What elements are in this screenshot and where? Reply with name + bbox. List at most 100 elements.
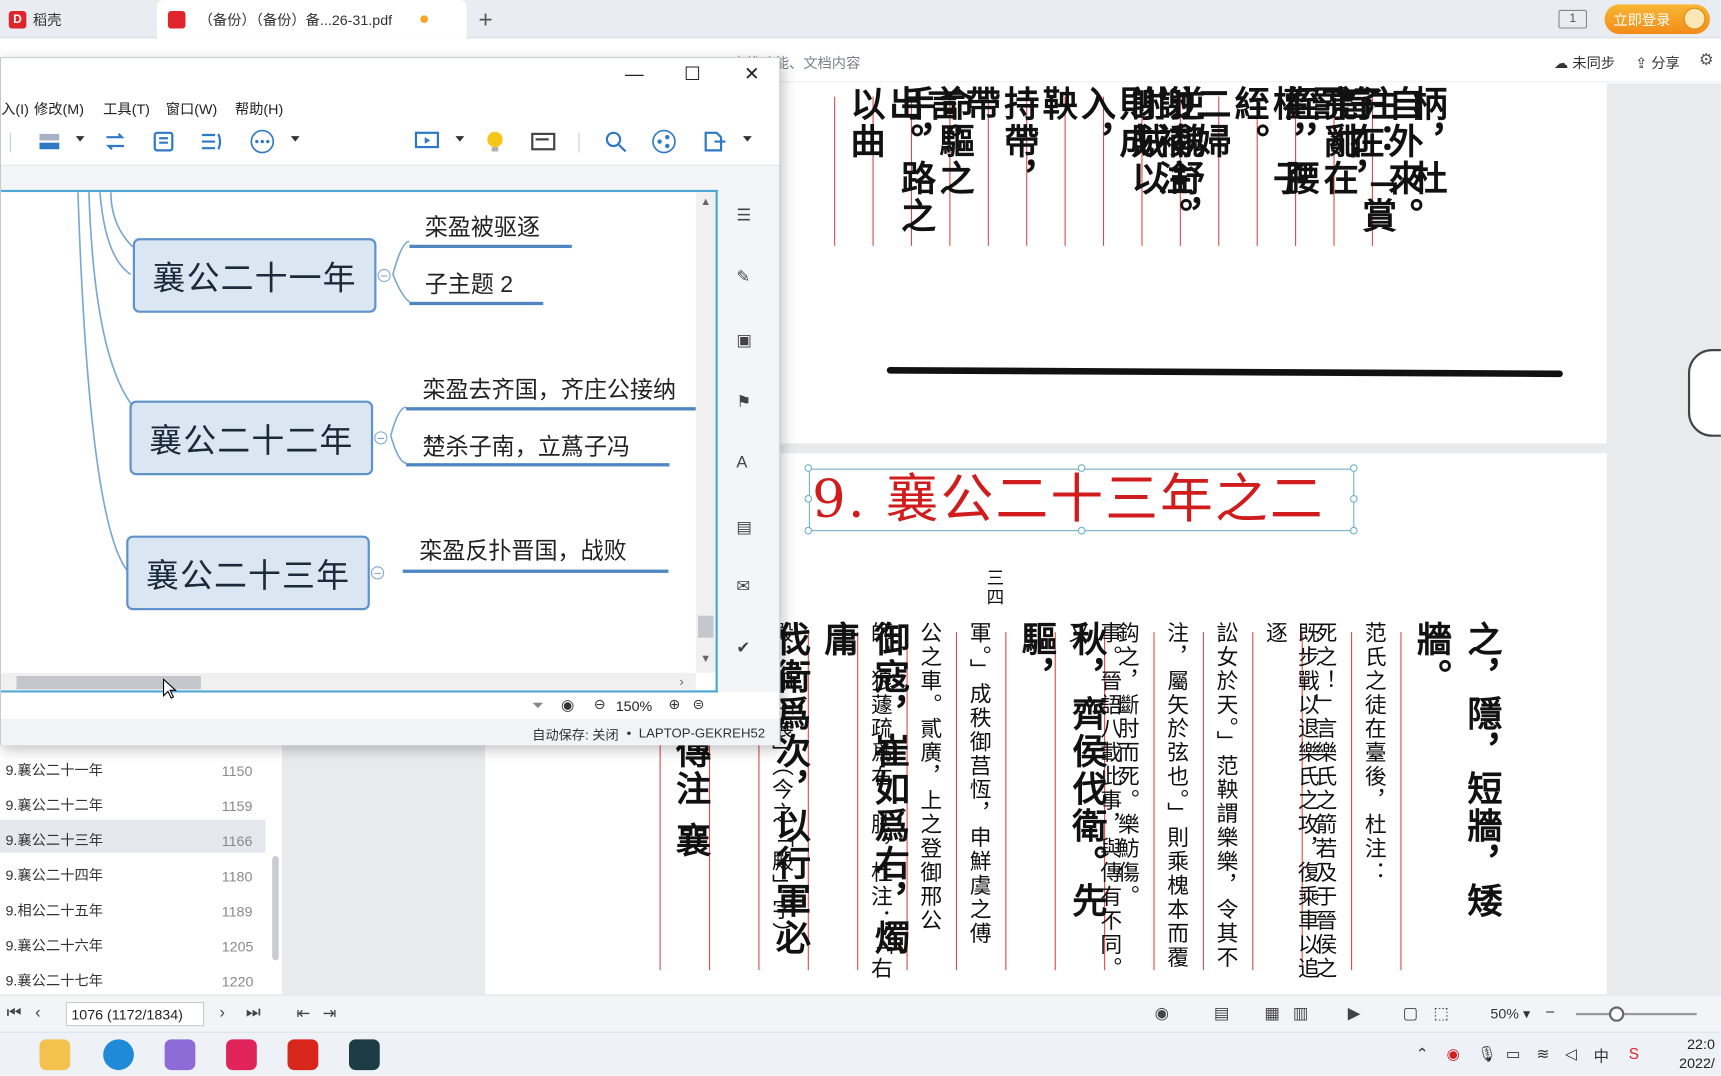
format-brush-icon[interactable]: ✎	[736, 267, 750, 287]
image-icon[interactable]: ▣	[736, 330, 752, 350]
scroll-right-icon[interactable]: ›	[679, 674, 683, 689]
minimize-button[interactable]: —	[621, 64, 647, 86]
outline-item[interactable]: 9.襄公二十一年 1150	[0, 750, 266, 783]
topic-node[interactable]: 襄公二十二年	[129, 400, 374, 476]
task-clipboard-icon[interactable]: ✔	[736, 638, 750, 658]
summary-icon[interactable]	[199, 130, 225, 154]
chevron-down-icon[interactable]	[290, 136, 300, 142]
tab-document[interactable]: （备份）（备份）备...26-31.pdf	[156, 0, 467, 39]
actual-size-icon[interactable]: ▢	[1403, 1003, 1419, 1023]
vertical-scroll-thumb[interactable]	[698, 615, 714, 638]
brainstorm-lightbulb-icon[interactable]	[482, 130, 508, 154]
zoom-in-button[interactable]: ⊕	[668, 696, 680, 714]
menu-window[interactable]: 窗口(W)	[166, 98, 218, 119]
outline-item[interactable]: 9.相公二十五年 1189	[0, 890, 266, 923]
topic-node[interactable]: 襄公二十三年	[126, 535, 370, 611]
mindmap-canvas[interactable]: 襄公二十一年 栾盈被驱逐 子主题 2 襄公二十二年 栾盈去齐国，齐庄公接纳 楚杀…	[1, 189, 718, 693]
volume-icon[interactable]: ◁	[1565, 1045, 1577, 1064]
callout-icon[interactable]	[150, 130, 176, 154]
terminal-app-icon[interactable]	[349, 1039, 380, 1071]
settings-gear-icon[interactable]: ⚙	[1699, 49, 1714, 69]
zoom-out-button[interactable]: ⊖	[594, 696, 606, 714]
collapse-toggle-icon[interactable]	[370, 566, 385, 580]
outline-item[interactable]: 9.襄公二十二年 1159	[0, 785, 266, 818]
tab-home[interactable]: D 稻壳	[0, 0, 154, 38]
chevron-down-icon[interactable]	[743, 136, 752, 142]
mindmap-titlebar[interactable]: — ☐ ✕	[1, 58, 780, 94]
share-button[interactable]: ⇪ 分享	[1635, 52, 1679, 73]
file-explorer-icon[interactable]	[39, 1039, 71, 1071]
eye-icon[interactable]: ◉	[561, 696, 574, 715]
menu-help[interactable]: 帮助(H)	[235, 98, 283, 119]
share-icon[interactable]	[651, 129, 677, 154]
mindmap-window[interactable]: — ☐ ✕ 入(I) 修改(M) 工具(T) 窗口(W) 帮助(H) ☰ ✎ ▣…	[0, 57, 781, 746]
single-page-icon[interactable]: ▤	[1214, 1003, 1230, 1023]
outline-item[interactable]: 9.襄公二十七年 1220	[0, 960, 266, 993]
eye-mode-icon[interactable]: ◉	[1155, 1003, 1169, 1023]
sogou-ime-icon[interactable]: S	[1629, 1045, 1639, 1063]
menu-insert[interactable]: 入(I)	[1, 98, 29, 119]
filter-icon[interactable]: ⏷	[532, 697, 543, 715]
chevron-down-icon[interactable]	[75, 136, 85, 142]
forward-icon[interactable]: ⇥	[323, 1003, 337, 1023]
page-number-input[interactable]	[65, 1002, 205, 1027]
sync-button[interactable]: ☁ 未同步	[1554, 52, 1615, 73]
autosave-status[interactable]: 自动保存: 关闭	[532, 725, 618, 744]
tray-chevron-icon[interactable]: ⌃	[1416, 1045, 1429, 1064]
search-icon[interactable]	[603, 130, 629, 154]
fit-page-icon[interactable]: ⬚	[1433, 1003, 1449, 1023]
fit-map-button[interactable]: ⊜	[693, 696, 705, 714]
zoom-level[interactable]: 50% ▾	[1490, 1005, 1530, 1023]
prev-page-icon[interactable]: ‹	[35, 1003, 40, 1022]
chevron-down-icon[interactable]	[455, 136, 465, 142]
topic-node[interactable]: 襄公二十一年	[132, 238, 377, 313]
last-page-icon[interactable]: ⏭	[246, 1003, 261, 1022]
more-icon[interactable]	[249, 129, 275, 154]
system-clock[interactable]: 22:0 2022/	[1679, 1035, 1715, 1072]
first-page-icon[interactable]: ⏮	[7, 1003, 22, 1022]
continuous-icon[interactable]: ▦	[1264, 1003, 1280, 1023]
record-icon[interactable]: ◉	[1447, 1045, 1460, 1064]
microphone-icon[interactable]: 🎙	[1477, 1045, 1497, 1064]
topic-style-icon[interactable]	[36, 130, 62, 154]
relationship-icon[interactable]	[102, 130, 128, 154]
resize-handle[interactable]	[804, 464, 813, 472]
marker-flag-icon[interactable]: ⚑	[736, 392, 751, 412]
zoom-out-icon[interactable]: −	[1545, 1003, 1555, 1022]
sticker-icon[interactable]: A	[736, 453, 747, 472]
export-icon[interactable]	[701, 130, 727, 154]
outline-item[interactable]: 9.襄公二十六年 1205	[0, 925, 266, 958]
login-button[interactable]: 立即登录	[1604, 4, 1710, 35]
new-tab-button[interactable]: +	[479, 5, 493, 34]
outline-scrollbar[interactable]	[272, 856, 279, 961]
outline-item[interactable]: 9.襄公二十三年 1166	[0, 819, 266, 853]
horizontal-scrollbar[interactable]: ›	[1, 672, 696, 691]
page-heading[interactable]: 9. 襄公二十三年之二	[812, 469, 1355, 532]
menu-modify[interactable]: 修改(M)	[34, 98, 84, 119]
subtopic-node[interactable]: 栾盈去齐国，齐庄公接纳	[423, 372, 677, 405]
two-page-icon[interactable]: ▥	[1293, 1003, 1309, 1023]
resize-handle[interactable]	[804, 526, 813, 535]
resize-handle[interactable]	[804, 494, 813, 503]
comment-icon[interactable]: ✉	[736, 576, 750, 596]
collapse-toggle-icon[interactable]	[377, 268, 391, 283]
edge-browser-icon[interactable]	[103, 1039, 134, 1071]
next-page-icon[interactable]: ›	[220, 1003, 225, 1022]
ime-icon[interactable]: 中	[1594, 1045, 1609, 1067]
collapse-toggle-icon[interactable]	[374, 431, 388, 445]
presentation-icon[interactable]	[414, 130, 440, 154]
outline-item[interactable]: 9.襄公二十四年 1180	[0, 855, 266, 888]
menu-tools[interactable]: 工具(T)	[103, 98, 150, 119]
wifi-icon[interactable]: ≋	[1537, 1045, 1550, 1064]
outliner-icon[interactable]	[530, 130, 556, 154]
notes-icon[interactable]: ▤	[736, 517, 752, 537]
scroll-up-icon[interactable]: ▲	[700, 196, 711, 208]
maximize-button[interactable]: ☐	[679, 64, 705, 86]
play-icon[interactable]: ▶	[1348, 1003, 1361, 1023]
zoom-slider-knob[interactable]	[1608, 1006, 1625, 1022]
battery-icon[interactable]: ▭	[1506, 1045, 1521, 1064]
scroll-down-icon[interactable]: ▼	[700, 653, 711, 665]
mascot-icon[interactable]	[1687, 349, 1721, 437]
subtopic-node[interactable]: 栾盈被驱逐	[425, 210, 540, 243]
subtopic-node[interactable]: 楚杀子南，立蔿子冯	[423, 429, 630, 462]
